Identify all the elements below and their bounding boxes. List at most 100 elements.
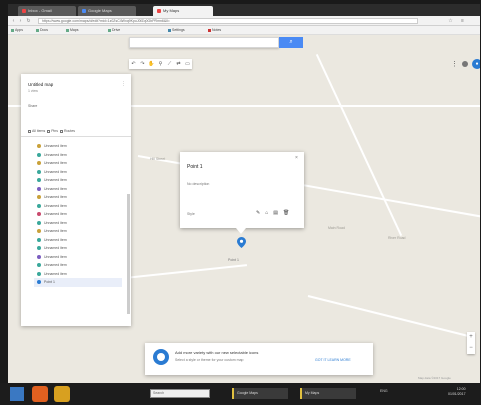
list-item[interactable]: Point 1 (34, 278, 122, 287)
layer-items: Unnamed item Unnamed item Unnamed item Unna… (34, 142, 122, 287)
line-icon[interactable]: ⟋ (165, 59, 174, 69)
hand-icon[interactable]: ✋ (147, 59, 156, 69)
tab-my-maps[interactable]: My Maps (153, 6, 213, 16)
directions-icon[interactable]: ⇄ (174, 59, 183, 69)
marker-dot-icon (37, 186, 41, 191)
forward-icon[interactable]: › (18, 18, 23, 24)
toast-title: Add more variety with our new selectable… (175, 350, 259, 355)
redo-icon[interactable]: ↷ (138, 59, 147, 69)
url-input[interactable]: https://www.google.com/maps/d/edit?mid=1… (38, 18, 418, 24)
bookmark-item[interactable]: Docs (36, 28, 48, 33)
undo-icon[interactable]: ↶ (129, 59, 138, 69)
list-item-label: Unnamed item (44, 195, 67, 200)
camera-icon[interactable]: ▤ (273, 210, 278, 216)
menu-icon[interactable]: ≡ (460, 18, 465, 24)
style-link[interactable]: Style (187, 212, 195, 216)
zoom-out-button[interactable]: − (467, 343, 475, 354)
map-title[interactable]: Untitled map (28, 82, 53, 87)
list-item[interactable]: Unnamed item (37, 151, 122, 160)
avatar[interactable]: ● (472, 59, 480, 69)
notifications-icon[interactable] (462, 61, 468, 67)
taskbar-task[interactable]: My Maps (300, 388, 356, 399)
ruler-icon[interactable]: ▭ (183, 59, 192, 69)
list-item[interactable]: Unnamed item (37, 270, 122, 279)
list-item[interactable]: Unnamed item (37, 253, 122, 262)
map-pin-icon[interactable] (237, 237, 246, 248)
note-icon (208, 28, 211, 32)
star-icon[interactable]: ☆ (448, 18, 453, 24)
checkbox-icon[interactable] (47, 129, 51, 133)
system-tray[interactable]: ENG (380, 389, 388, 393)
more-options-icon[interactable]: ⋮ (121, 81, 126, 87)
close-icon[interactable]: × (295, 155, 298, 161)
list-item-label: Unnamed item (44, 144, 67, 149)
checkbox-icon[interactable] (59, 129, 63, 133)
list-item[interactable]: Unnamed item (37, 210, 122, 219)
folder-icon[interactable] (54, 386, 70, 402)
bookmark-item[interactable]: Maps (66, 28, 79, 33)
divider (21, 136, 131, 137)
marker-dot-icon (37, 161, 41, 166)
list-item-label: Unnamed item (44, 169, 67, 174)
toast-body: Select a style or theme for your custom … (175, 358, 244, 362)
list-item[interactable]: Unnamed item (37, 193, 122, 202)
mail-icon (22, 8, 26, 13)
list-item-label: Unnamed item (44, 186, 67, 191)
tab-bar: Inbox - Gmail Google Maps My Maps (8, 4, 480, 16)
map-attribution: Map data ©2017 Google (418, 376, 451, 380)
list-item[interactable]: Unnamed item (37, 168, 122, 177)
map-pin-icon (153, 349, 169, 365)
list-item[interactable]: Unnamed item (37, 142, 122, 151)
search-button[interactable]: ⌕ (279, 37, 303, 48)
list-item[interactable]: Unnamed item (37, 159, 122, 168)
reload-icon[interactable]: ↻ (26, 18, 31, 24)
toast-actions[interactable]: GOT IT LEARN MORE (315, 358, 351, 362)
list-item[interactable]: Unnamed item (37, 244, 122, 253)
bookmark-item[interactable]: Apps (11, 28, 23, 33)
tab-maps[interactable]: Google Maps (78, 6, 136, 16)
checkbox-icon[interactable] (28, 129, 31, 133)
list-item-label: Unnamed item (44, 254, 67, 259)
list-item-label: Unnamed item (44, 161, 67, 166)
bookmark-item[interactable]: Settings (168, 28, 185, 33)
bookmark-item[interactable]: Notes (208, 28, 221, 33)
style-icon[interactable]: ⌂ (265, 210, 268, 216)
start-button[interactable] (10, 387, 24, 401)
tab-gmail[interactable]: Inbox - Gmail (18, 6, 76, 16)
marker-dot-icon (37, 212, 41, 217)
road-label: River Road (388, 236, 406, 240)
taskbar-task[interactable]: Google Maps (232, 388, 288, 399)
map-road (315, 53, 403, 237)
clock[interactable]: 12:00 01/01/2017 (448, 387, 466, 397)
apps-grid-icon[interactable]: ⋮ (451, 61, 458, 68)
info-tail (236, 228, 246, 234)
edit-icon[interactable]: ✎ (256, 210, 260, 216)
taskbar-search-input[interactable]: Search (150, 389, 210, 398)
list-item-label: Unnamed item (44, 178, 67, 183)
zoom-in-button[interactable]: + (467, 332, 475, 343)
list-item[interactable]: Unnamed item (37, 236, 122, 245)
list-item[interactable]: Unnamed item (37, 261, 122, 270)
share-button[interactable]: Share (28, 104, 37, 108)
delete-icon[interactable]: 🗑 (283, 210, 289, 216)
marker-icon[interactable]: ⚲ (156, 59, 165, 69)
list-item[interactable]: Unnamed item (37, 219, 122, 228)
list-item[interactable]: Unnamed item (37, 176, 122, 185)
back-icon[interactable]: ‹ (11, 18, 16, 24)
info-window: × Point 1 No description Style ✎ ⌂ ▤ 🗑 (180, 152, 304, 234)
marker-dot-icon (37, 280, 41, 285)
browser-icon[interactable] (32, 386, 48, 402)
bookmark-item[interactable]: Drive (108, 28, 120, 33)
list-item-label: Unnamed item (44, 203, 67, 208)
list-item[interactable]: Unnamed item (37, 227, 122, 236)
list-item[interactable]: Unnamed item (37, 185, 122, 194)
marker-dot-icon (37, 220, 41, 225)
map-views: 1 view (28, 89, 38, 93)
map-pin-icon (157, 8, 161, 13)
list-item[interactable]: Unnamed item (37, 202, 122, 211)
search-icon: ⌕ (289, 39, 293, 45)
scrollbar[interactable] (127, 194, 130, 314)
search-input[interactable] (129, 37, 279, 48)
marker-dot-icon (37, 237, 41, 242)
list-item-label: Point 1 (44, 280, 55, 285)
